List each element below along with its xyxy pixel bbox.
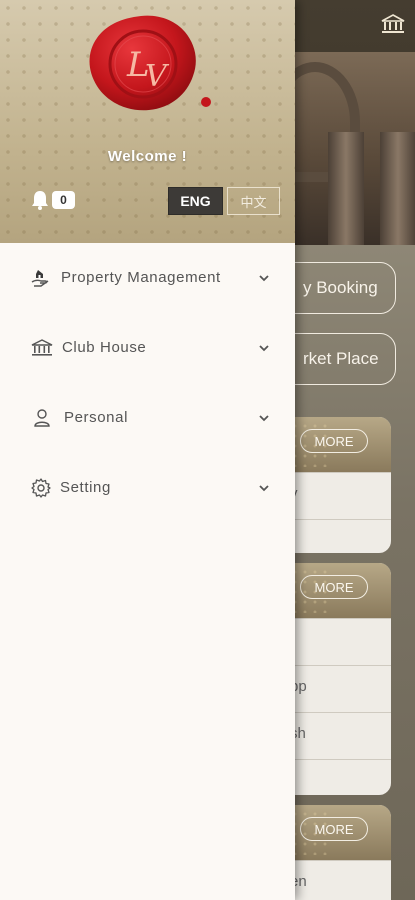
drawer-header: L V Welcome ! 0 ENG 中文	[0, 0, 295, 243]
navigation-drawer: L V Welcome ! 0 ENG 中文 Property Manageme…	[0, 0, 295, 900]
notification-count-badge: 0	[52, 191, 75, 209]
chevron-down-icon	[259, 275, 269, 282]
more-button[interactable]: MORE	[300, 429, 368, 453]
language-chinese-button[interactable]: 中文	[227, 187, 280, 215]
welcome-text: Welcome !	[107, 148, 188, 165]
building-photo	[280, 52, 415, 245]
menu-item-setting[interactable]: Setting	[0, 468, 295, 508]
more-button[interactable]: MORE	[300, 817, 368, 841]
chevron-down-icon	[259, 415, 269, 422]
menu-item-personal[interactable]: Personal	[0, 398, 295, 438]
menu-label: Setting	[60, 479, 111, 496]
menu-label: Club House	[62, 339, 147, 356]
language-english-button[interactable]: ENG	[168, 187, 223, 215]
property-hand-icon	[31, 270, 49, 287]
chevron-down-icon	[259, 345, 269, 352]
chevron-down-icon	[259, 485, 269, 492]
person-icon	[34, 409, 50, 427]
clubhouse-icon	[31, 339, 53, 356]
more-button[interactable]: MORE	[300, 575, 368, 599]
svg-text:V: V	[145, 59, 170, 94]
institution-icon[interactable]	[381, 14, 405, 34]
menu-item-property-management[interactable]: Property Management	[0, 258, 295, 298]
menu-label: Personal	[64, 409, 129, 426]
menu-label: Property Management	[61, 269, 221, 286]
wax-seal-logo: L V	[89, 15, 211, 111]
gear-icon	[31, 478, 51, 498]
bell-icon[interactable]	[31, 190, 49, 210]
menu-item-club-house[interactable]: Club House	[0, 328, 295, 368]
